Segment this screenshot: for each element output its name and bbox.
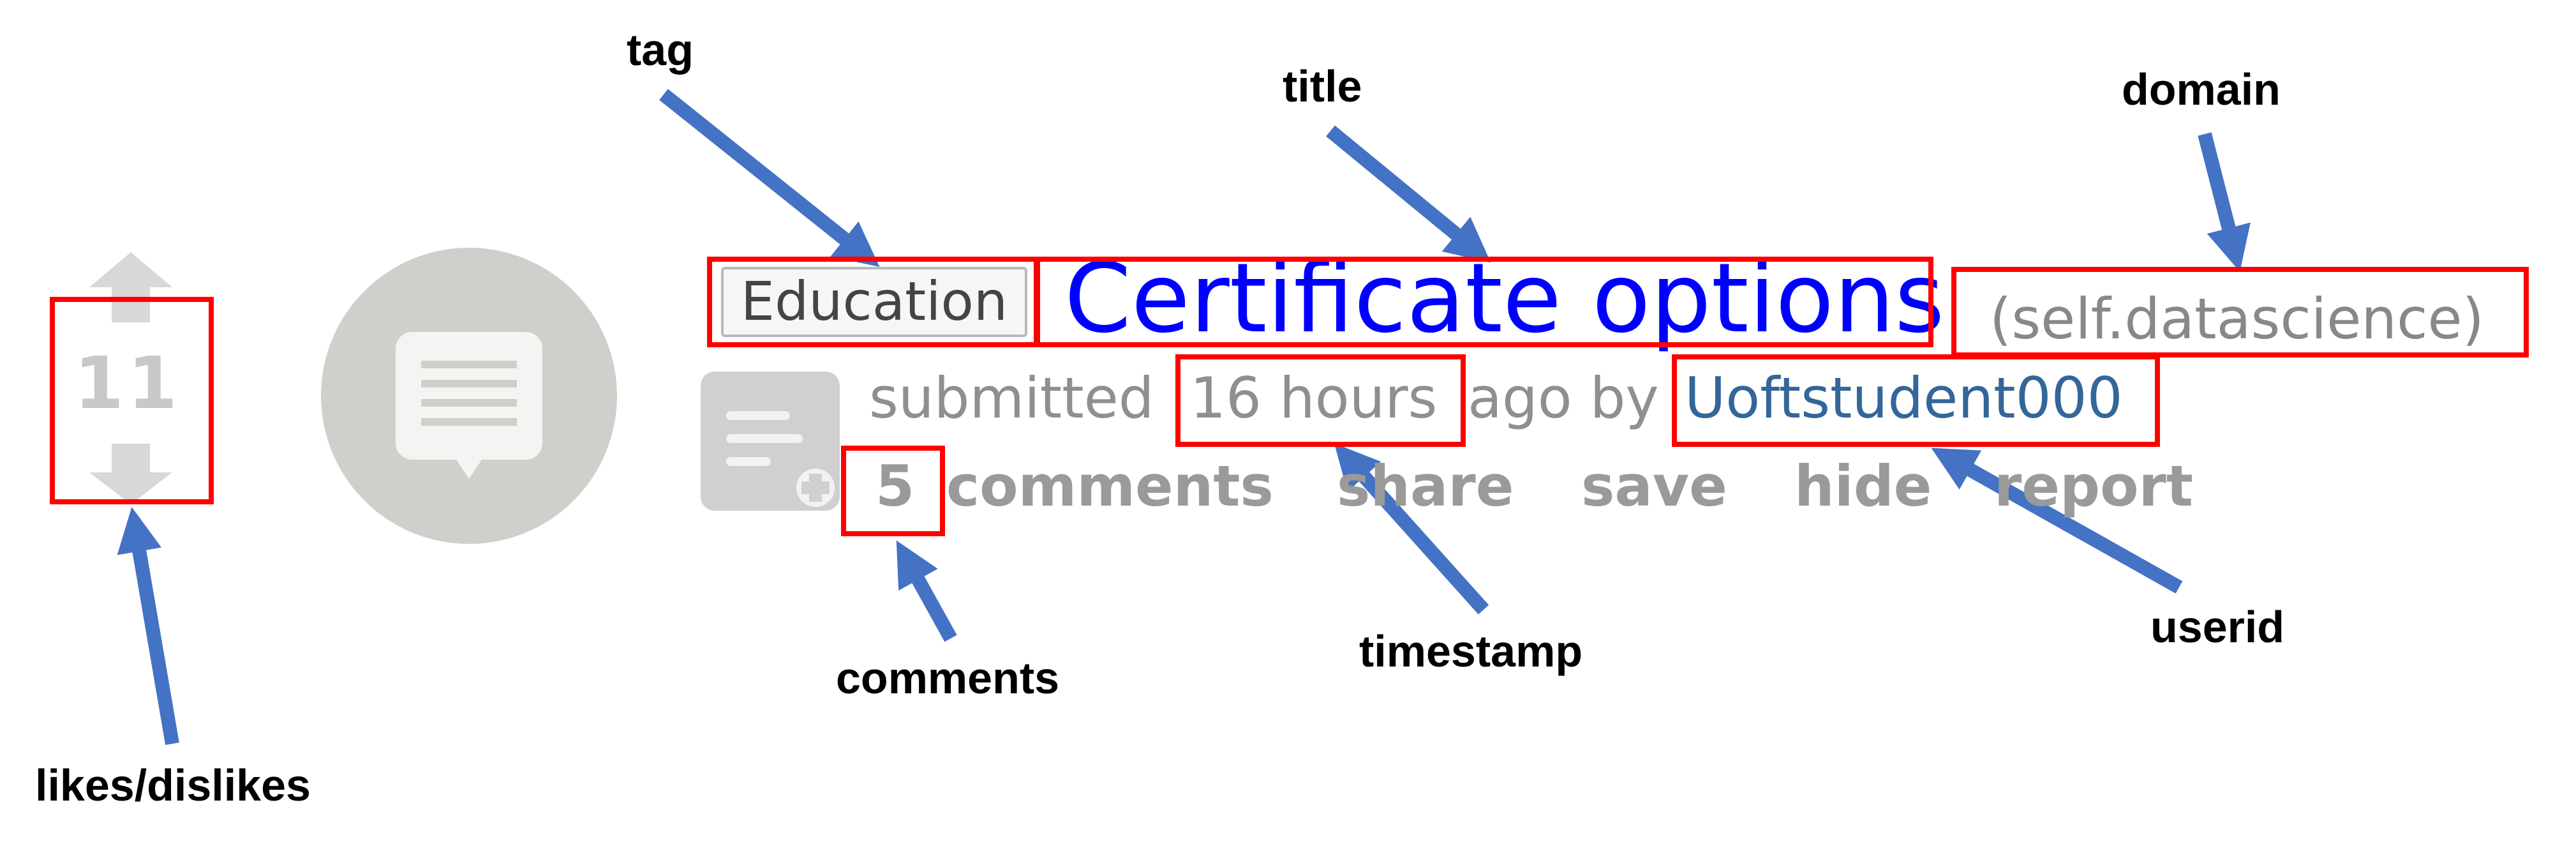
comments-link[interactable]: comments	[946, 453, 1274, 519]
arrow-comments	[896, 540, 957, 642]
highlight-comments	[841, 446, 945, 536]
self-text-expand-icon[interactable]	[701, 372, 840, 511]
arrow-tag	[659, 89, 880, 267]
highlight-userid	[1672, 354, 2160, 447]
arrow-likes	[117, 507, 179, 745]
save-button[interactable]: save	[1581, 453, 1727, 519]
annotation-label-likes-dislikes: likes/dislikes	[35, 760, 311, 810]
highlight-domain	[1951, 267, 2529, 358]
share-button[interactable]: share	[1337, 453, 1514, 519]
highlight-timestamp	[1175, 354, 1466, 447]
report-button[interactable]: report	[1994, 453, 2193, 519]
annotation-label-tag: tag	[627, 25, 694, 75]
annotation-label-domain: domain	[2122, 64, 2281, 114]
annotation-label-timestamp: timestamp	[1359, 626, 1583, 676]
annotation-label-userid: userid	[2150, 602, 2285, 652]
submitted-text: submitted	[869, 365, 1154, 431]
annotation-label-comments: comments	[836, 653, 1060, 703]
highlight-title	[1035, 257, 1933, 347]
arrow-title	[1326, 125, 1491, 263]
ago-by-text: ago by	[1468, 365, 1659, 431]
highlight-tag	[707, 257, 1039, 347]
annotation-label-title: title	[1283, 61, 1362, 111]
speech-bubble-icon[interactable]	[319, 246, 619, 546]
hide-button[interactable]: hide	[1794, 453, 1932, 519]
highlight-likes-dislikes	[50, 297, 214, 504]
arrow-domain	[2198, 132, 2251, 272]
